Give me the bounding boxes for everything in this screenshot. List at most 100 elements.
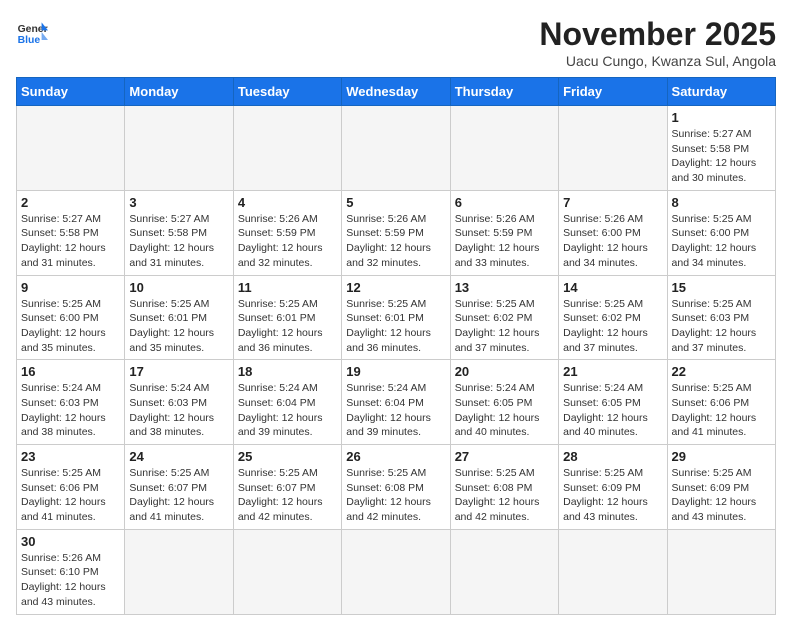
calendar-cell: 9 Sunrise: 5:25 AM Sunset: 6:00 PM Daylig… [17,275,125,360]
calendar-cell: 19 Sunrise: 5:24 AM Sunset: 6:04 PM Dayli… [342,360,450,445]
page-subtitle: Uacu Cungo, Kwanza Sul, Angola [539,53,776,69]
day-number: 3 [129,195,228,210]
calendar-cell: 26 Sunrise: 5:25 AM Sunset: 6:08 PM Dayli… [342,445,450,530]
weekday-header-sunday: Sunday [17,78,125,106]
calendar-cell: 16 Sunrise: 5:24 AM Sunset: 6:03 PM Dayli… [17,360,125,445]
calendar-cell: 8 Sunrise: 5:25 AM Sunset: 6:00 PM Daylig… [667,190,775,275]
weekday-header-thursday: Thursday [450,78,558,106]
calendar-cell [342,529,450,614]
calendar-cell: 17Sunrise: 5:24 AM Sunset: 6:03 PM Dayli… [125,360,233,445]
calendar-cell: 5 Sunrise: 5:26 AM Sunset: 5:59 PM Daylig… [342,190,450,275]
day-info: Sunrise: 5:26 AM Sunset: 5:59 PM Dayligh… [455,212,554,271]
day-number: 9 [21,280,120,295]
calendar-cell: 27Sunrise: 5:25 AM Sunset: 6:08 PM Dayli… [450,445,558,530]
day-number: 12 [346,280,445,295]
day-info: Sunrise: 5:25 AM Sunset: 6:08 PM Dayligh… [455,466,554,525]
day-number: 26 [346,449,445,464]
calendar-cell [559,529,667,614]
page-header: General Blue November 2025 Uacu Cungo, K… [16,16,776,69]
week-row-3: 9 Sunrise: 5:25 AM Sunset: 6:00 PM Daylig… [17,275,776,360]
day-number: 28 [563,449,662,464]
day-number: 23 [21,449,120,464]
weekday-header-saturday: Saturday [667,78,775,106]
weekday-header-row: SundayMondayTuesdayWednesdayThursdayFrid… [17,78,776,106]
day-info: Sunrise: 5:25 AM Sunset: 6:00 PM Dayligh… [21,297,120,356]
calendar-cell: 24Sunrise: 5:25 AM Sunset: 6:07 PM Dayli… [125,445,233,530]
calendar-cell [450,106,558,191]
calendar-cell [125,106,233,191]
week-row-2: 2 Sunrise: 5:27 AM Sunset: 5:58 PM Daylig… [17,190,776,275]
svg-text:Blue: Blue [18,35,41,46]
calendar-cell: 1Sunrise: 5:27 AM Sunset: 5:58 PM Daylig… [667,106,775,191]
day-number: 24 [129,449,228,464]
calendar-cell [559,106,667,191]
day-info: Sunrise: 5:25 AM Sunset: 6:00 PM Dayligh… [672,212,771,271]
day-info: Sunrise: 5:27 AM Sunset: 5:58 PM Dayligh… [21,212,120,271]
day-number: 7 [563,195,662,210]
title-block: November 2025 Uacu Cungo, Kwanza Sul, An… [539,16,776,69]
calendar-cell: 6 Sunrise: 5:26 AM Sunset: 5:59 PM Daylig… [450,190,558,275]
week-row-6: 30 Sunrise: 5:26 AM Sunset: 6:10 PM Dayli… [17,529,776,614]
calendar-cell: 10Sunrise: 5:25 AM Sunset: 6:01 PM Dayli… [125,275,233,360]
calendar-cell: 22Sunrise: 5:25 AM Sunset: 6:06 PM Dayli… [667,360,775,445]
week-row-1: 1Sunrise: 5:27 AM Sunset: 5:58 PM Daylig… [17,106,776,191]
day-number: 29 [672,449,771,464]
day-info: Sunrise: 5:25 AM Sunset: 6:06 PM Dayligh… [21,466,120,525]
day-info: Sunrise: 5:24 AM Sunset: 6:03 PM Dayligh… [21,381,120,440]
day-number: 6 [455,195,554,210]
weekday-header-monday: Monday [125,78,233,106]
calendar-cell: 28Sunrise: 5:25 AM Sunset: 6:09 PM Dayli… [559,445,667,530]
day-info: Sunrise: 5:24 AM Sunset: 6:04 PM Dayligh… [346,381,445,440]
calendar-cell: 11Sunrise: 5:25 AM Sunset: 6:01 PM Dayli… [233,275,341,360]
calendar-cell: 20Sunrise: 5:24 AM Sunset: 6:05 PM Dayli… [450,360,558,445]
day-number: 25 [238,449,337,464]
day-number: 17 [129,364,228,379]
calendar-cell [450,529,558,614]
week-row-5: 23 Sunrise: 5:25 AM Sunset: 6:06 PM Dayli… [17,445,776,530]
calendar-cell [17,106,125,191]
day-info: Sunrise: 5:25 AM Sunset: 6:06 PM Dayligh… [672,381,771,440]
day-info: Sunrise: 5:25 AM Sunset: 6:03 PM Dayligh… [672,297,771,356]
calendar-cell [342,106,450,191]
day-number: 4 [238,195,337,210]
day-info: Sunrise: 5:26 AM Sunset: 6:00 PM Dayligh… [563,212,662,271]
day-info: Sunrise: 5:25 AM Sunset: 6:09 PM Dayligh… [672,466,771,525]
day-info: Sunrise: 5:25 AM Sunset: 6:01 PM Dayligh… [346,297,445,356]
calendar-table: SundayMondayTuesdayWednesdayThursdayFrid… [16,77,776,615]
day-info: Sunrise: 5:25 AM Sunset: 6:02 PM Dayligh… [563,297,662,356]
day-number: 2 [21,195,120,210]
day-info: Sunrise: 5:25 AM Sunset: 6:08 PM Dayligh… [346,466,445,525]
calendar-cell: 25 Sunrise: 5:25 AM Sunset: 6:07 PM Dayli… [233,445,341,530]
day-number: 16 [21,364,120,379]
day-info: Sunrise: 5:25 AM Sunset: 6:01 PM Dayligh… [129,297,228,356]
logo: General Blue [16,16,48,48]
day-info: Sunrise: 5:26 AM Sunset: 5:59 PM Dayligh… [346,212,445,271]
day-number: 8 [672,195,771,210]
day-number: 30 [21,534,120,549]
day-info: Sunrise: 5:26 AM Sunset: 6:10 PM Dayligh… [21,551,120,610]
day-number: 5 [346,195,445,210]
calendar-cell: 13Sunrise: 5:25 AM Sunset: 6:02 PM Dayli… [450,275,558,360]
weekday-header-tuesday: Tuesday [233,78,341,106]
calendar-cell: 3Sunrise: 5:27 AM Sunset: 5:58 PM Daylig… [125,190,233,275]
week-row-4: 16 Sunrise: 5:24 AM Sunset: 6:03 PM Dayli… [17,360,776,445]
day-info: Sunrise: 5:25 AM Sunset: 6:01 PM Dayligh… [238,297,337,356]
calendar-cell: 7 Sunrise: 5:26 AM Sunset: 6:00 PM Daylig… [559,190,667,275]
calendar-cell: 2 Sunrise: 5:27 AM Sunset: 5:58 PM Daylig… [17,190,125,275]
calendar-cell: 4Sunrise: 5:26 AM Sunset: 5:59 PM Daylig… [233,190,341,275]
calendar-cell: 15 Sunrise: 5:25 AM Sunset: 6:03 PM Dayli… [667,275,775,360]
calendar-cell: 21Sunrise: 5:24 AM Sunset: 6:05 PM Dayli… [559,360,667,445]
logo-icon: General Blue [16,16,48,48]
calendar-cell: 18Sunrise: 5:24 AM Sunset: 6:04 PM Dayli… [233,360,341,445]
day-info: Sunrise: 5:24 AM Sunset: 6:04 PM Dayligh… [238,381,337,440]
day-number: 1 [672,110,771,125]
day-number: 15 [672,280,771,295]
calendar-cell [233,529,341,614]
day-info: Sunrise: 5:24 AM Sunset: 6:05 PM Dayligh… [455,381,554,440]
day-info: Sunrise: 5:24 AM Sunset: 6:05 PM Dayligh… [563,381,662,440]
calendar-cell [667,529,775,614]
day-number: 19 [346,364,445,379]
day-info: Sunrise: 5:25 AM Sunset: 6:07 PM Dayligh… [238,466,337,525]
calendar-cell: 12 Sunrise: 5:25 AM Sunset: 6:01 PM Dayli… [342,275,450,360]
calendar-cell [233,106,341,191]
